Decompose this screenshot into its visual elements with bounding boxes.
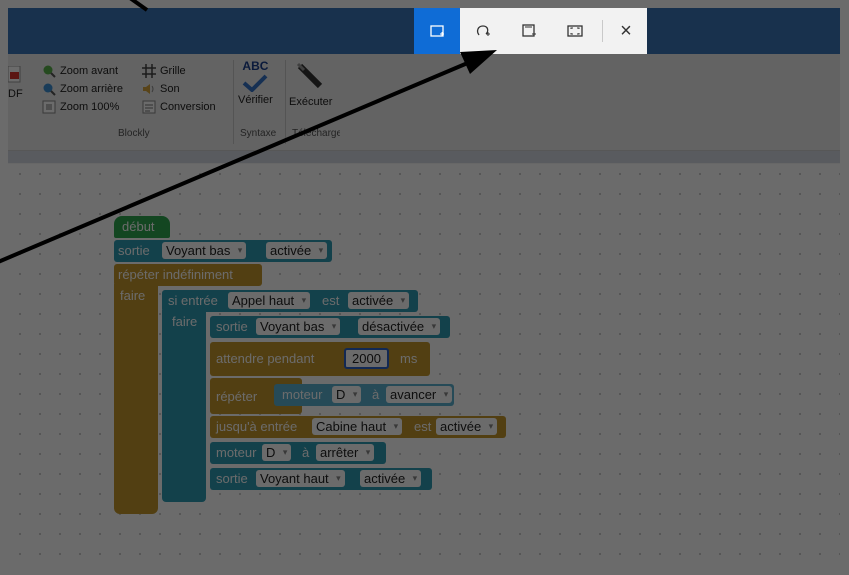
annotation-arrows [0, 0, 497, 264]
annotation-arrow-top [129, 0, 149, 12]
annotation-arrow-shaft [0, 60, 471, 264]
annotation-arrowhead [460, 50, 497, 74]
